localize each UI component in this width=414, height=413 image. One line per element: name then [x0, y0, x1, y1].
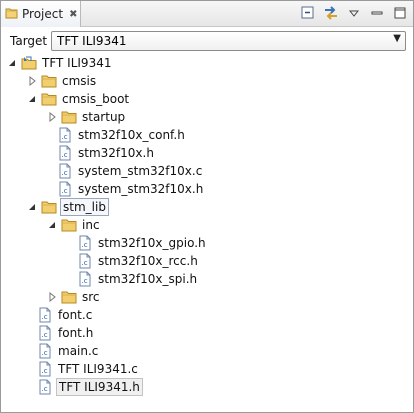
svg-text:.c: .c	[42, 367, 48, 375]
tree-item-label: stm32f10x.h	[78, 146, 154, 160]
project-folder-icon	[5, 6, 19, 23]
tree-item-inc[interactable]: inc	[47, 216, 102, 234]
target-label: Target	[10, 34, 48, 48]
tree-item-label: cmsis_boot	[62, 92, 130, 106]
tree-item-label: font.c	[58, 308, 93, 322]
svg-text:.c: .c	[42, 331, 48, 339]
folder-icon	[61, 289, 77, 305]
tree-item-label: stm32f10x_gpio.h	[98, 236, 206, 250]
project-icon	[21, 55, 37, 71]
tree-item-label: src	[82, 290, 100, 304]
tree-item-label: stm32f10x_rcc.h	[98, 254, 198, 268]
c-file-icon: .c	[57, 163, 73, 179]
tree-item-label: inc	[82, 218, 100, 232]
folder-icon	[61, 109, 77, 125]
svg-text:.c: .c	[82, 277, 88, 285]
tree-item-stm32f10x-h[interactable]: .c stm32f10x.h	[57, 144, 156, 162]
tree-item-label: main.c	[58, 344, 99, 358]
tree-item-label: system_stm32f10x.h	[78, 182, 204, 196]
tree-item-stm32f10x-conf-h[interactable]: .c stm32f10x_conf.h	[57, 126, 187, 144]
tree-item-tft-ili9341[interactable]: TFT ILI9341	[7, 54, 113, 72]
c-file-icon: .c	[37, 361, 53, 377]
view-header: Project ✖	[1, 1, 413, 27]
collapse-all-icon[interactable]	[299, 4, 317, 22]
view-toolbar	[299, 4, 409, 22]
folder-icon	[41, 199, 57, 215]
svg-text:.c: .c	[42, 349, 48, 357]
svg-text:.c: .c	[62, 151, 68, 159]
c-file-icon: .c	[77, 271, 93, 287]
c-file-icon: .c	[37, 307, 53, 323]
collapsed-arrow-icon[interactable]	[27, 76, 37, 86]
expanded-arrow-icon[interactable]	[7, 58, 17, 68]
tab-project[interactable]: Project ✖	[1, 1, 81, 27]
tree-item-label: font.h	[58, 326, 94, 340]
c-file-icon: .c	[57, 145, 73, 161]
tree-item-main-c[interactable]: .c main.c	[37, 342, 100, 360]
expanded-arrow-icon[interactable]	[27, 202, 37, 212]
c-file-icon: .c	[57, 181, 73, 197]
folder-icon	[61, 217, 77, 233]
c-file-icon: .c	[57, 127, 73, 143]
tree-item-src[interactable]: src	[47, 288, 102, 306]
folder-icon	[41, 73, 57, 89]
tree-item-cmsis[interactable]: cmsis	[27, 72, 98, 90]
tree-item-label: stm32f10x_conf.h	[78, 128, 185, 142]
tree-item-startup[interactable]: startup	[47, 108, 127, 126]
tree-item-label: TFT ILI9341	[42, 56, 112, 70]
target-value: TFT ILI9341	[57, 34, 127, 48]
c-file-icon: .c	[37, 325, 53, 341]
tree-item-label: startup	[82, 110, 126, 124]
tree-item-stm32f10x-spi-h[interactable]: .c stm32f10x_spi.h	[77, 270, 199, 288]
tab-title: Project	[22, 7, 64, 21]
tree-item-system-stm32f10x-h[interactable]: .c system_stm32f10x.h	[57, 180, 205, 198]
expanded-arrow-icon[interactable]	[47, 220, 57, 230]
chevron-down-icon[interactable]: ▼	[393, 33, 401, 44]
tree-item-tft-ili9341-h[interactable]: .c TFT ILI9341.h	[37, 378, 143, 396]
svg-text:.c: .c	[62, 133, 68, 141]
tree-item-stm-lib[interactable]: stm_lib	[27, 198, 109, 216]
svg-text:.c: .c	[42, 313, 48, 321]
svg-text:.c: .c	[62, 169, 68, 177]
c-file-icon: .c	[77, 253, 93, 269]
tree-item-font-c[interactable]: .c font.c	[37, 306, 94, 324]
svg-text:.c: .c	[42, 385, 48, 393]
tree-item-system-stm32f10x-c[interactable]: .c system_stm32f10x.c	[57, 162, 204, 180]
svg-text:.c: .c	[62, 187, 68, 195]
svg-text:.c: .c	[82, 259, 88, 267]
target-select[interactable]: TFT ILI9341 ▼	[51, 31, 406, 51]
view-menu-icon[interactable]	[345, 4, 363, 22]
target-row: Target TFT ILI9341 ▼	[1, 28, 413, 54]
tree-item-label: TFT ILI9341.h	[56, 378, 143, 396]
close-icon[interactable]: ✖	[69, 9, 77, 20]
collapsed-arrow-icon[interactable]	[47, 112, 57, 122]
tree-item-stm32f10x-gpio-h[interactable]: .c stm32f10x_gpio.h	[77, 234, 208, 252]
minimize-view-icon[interactable]	[368, 4, 386, 22]
tree-item-label: cmsis	[62, 74, 97, 88]
tree-item-label: system_stm32f10x.c	[78, 164, 203, 178]
c-file-icon: .c	[37, 343, 53, 359]
tree-item-font-h[interactable]: .c font.h	[37, 324, 95, 342]
project-view: Project ✖ Target TFT ILI9341 ▼ TFT ILI93…	[0, 0, 414, 413]
c-file-icon: .c	[77, 235, 93, 251]
tree-item-label: stm_lib	[60, 198, 109, 216]
tree-item-cmsis-boot[interactable]: cmsis_boot	[27, 90, 131, 108]
link-with-editor-icon[interactable]	[322, 4, 340, 22]
tree-item-tft-ili9341-c[interactable]: .c TFT ILI9341.c	[37, 360, 140, 378]
folder-icon	[41, 91, 57, 107]
tree-item-label: TFT ILI9341.c	[58, 362, 138, 376]
c-file-icon: .c	[37, 379, 53, 395]
svg-text:.c: .c	[82, 241, 88, 249]
tree-item-label: stm32f10x_spi.h	[98, 272, 198, 286]
collapsed-arrow-icon[interactable]	[47, 292, 57, 302]
expanded-arrow-icon[interactable]	[27, 94, 37, 104]
tree-item-stm32f10x-rcc-h[interactable]: .c stm32f10x_rcc.h	[77, 252, 200, 270]
maximize-view-icon[interactable]	[391, 4, 409, 22]
